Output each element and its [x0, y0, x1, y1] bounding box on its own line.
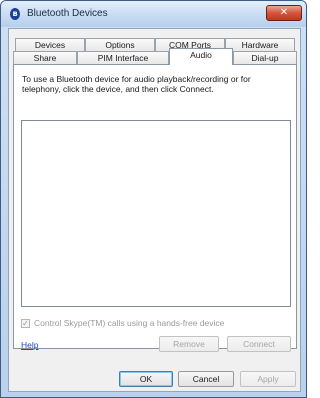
bluetooth-icon: ʙ	[10, 8, 20, 20]
ok-button[interactable]: OK	[119, 371, 173, 387]
help-link[interactable]: Help	[21, 340, 38, 350]
tab-options[interactable]: Options	[85, 38, 155, 52]
tab-devices[interactable]: Devices	[15, 38, 85, 52]
window-title: Bluetooth Devices	[27, 8, 108, 19]
tab-audio[interactable]: Audio	[169, 48, 233, 65]
skype-control-label: Control Skype(TM) calls using a hands-fr…	[34, 318, 225, 328]
apply-button: Apply	[240, 371, 296, 387]
tab-share[interactable]: Share	[13, 51, 77, 65]
dialog-client-area: Devices Options COM Ports Hardware Share…	[8, 28, 301, 392]
audio-instructions: To use a Bluetooth device for audio play…	[22, 74, 251, 94]
tab-hardware[interactable]: Hardware	[225, 38, 295, 52]
bluetooth-devices-window: ʙ Bluetooth Devices ✕ Devices Options CO…	[0, 0, 307, 398]
connect-button: Connect	[227, 336, 291, 352]
audio-device-list[interactable]	[21, 120, 291, 307]
skype-control-checkbox: ✓	[21, 319, 30, 328]
title-bar[interactable]: ʙ Bluetooth Devices ✕	[1, 1, 306, 27]
remove-button: Remove	[159, 336, 219, 352]
cancel-button[interactable]: Cancel	[178, 371, 234, 387]
close-button[interactable]: ✕	[266, 5, 302, 21]
tab-pim-interface[interactable]: PIM Interface	[77, 51, 169, 65]
audio-tab-panel: To use a Bluetooth device for audio play…	[13, 64, 297, 352]
tab-dial-up[interactable]: Dial-up	[233, 51, 297, 65]
